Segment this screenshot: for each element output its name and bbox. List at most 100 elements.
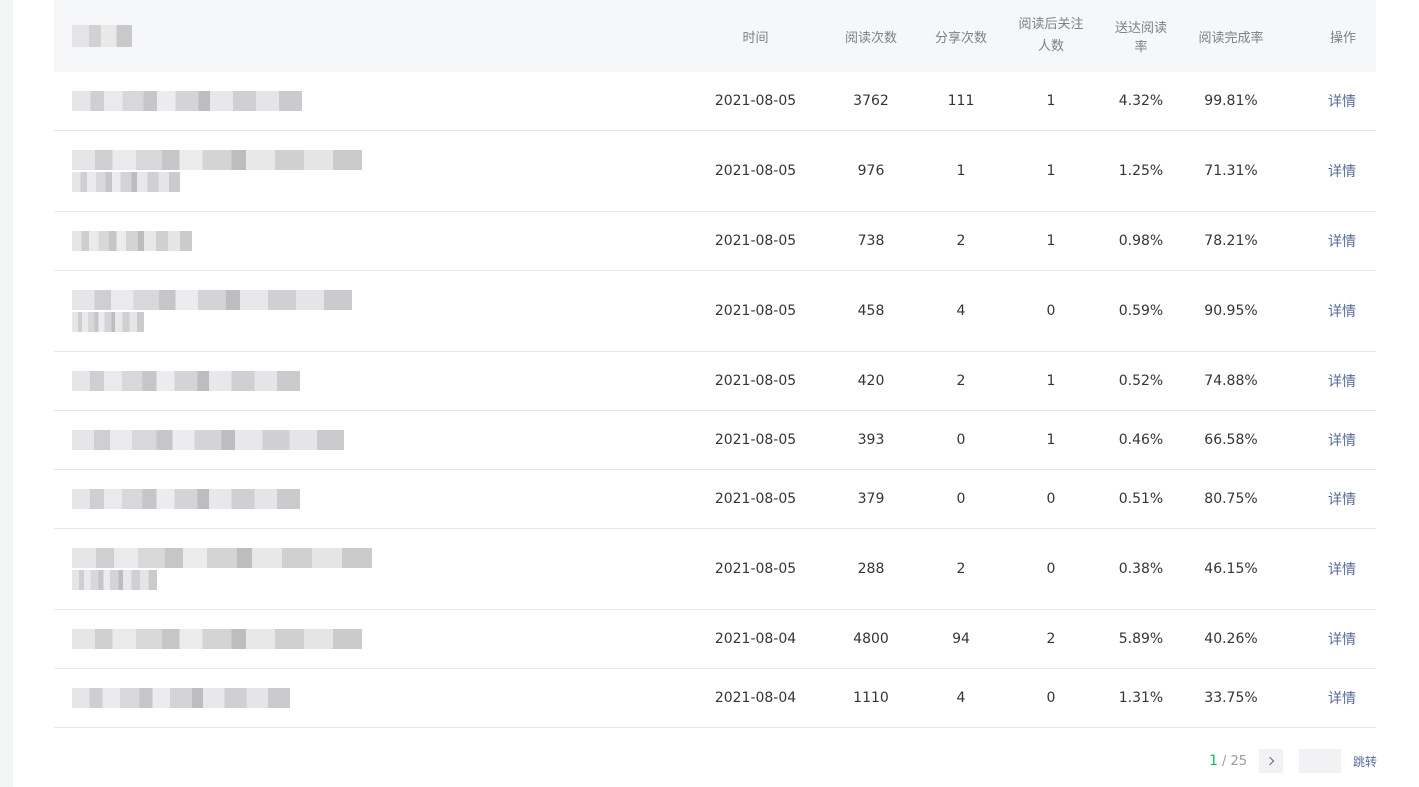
table-header: 时间 阅读次数 分享次数 阅读后关注 人数 送达阅读率 阅读完成率 操作: [54, 0, 1376, 72]
cell-follows: 1: [1046, 373, 1056, 389]
details-link[interactable]: 详情: [1328, 164, 1356, 180]
cell-shares: 4: [956, 303, 966, 319]
next-page-button[interactable]: [1258, 749, 1283, 773]
cell-delivery-rate: 1.25%: [1118, 163, 1164, 179]
cell-delivery-rate: 0.98%: [1118, 233, 1164, 249]
cell-time: 2021-08-05: [714, 93, 797, 109]
cell-time: 2021-08-04: [714, 690, 797, 706]
cell-time: 2021-08-05: [714, 491, 797, 507]
header-reads: 阅读次数: [844, 30, 897, 46]
table-row: 2021-08-05 976 1 1 1.25% 71.31% 详情: [54, 131, 1376, 212]
cell-time: 2021-08-05: [714, 373, 797, 389]
cell-shares: 1: [956, 163, 966, 179]
cell-action: 详情: [1290, 231, 1376, 251]
details-link[interactable]: 详情: [1328, 433, 1356, 449]
article-title-redacted: [54, 546, 699, 592]
cell-follows: 1: [1046, 93, 1056, 109]
cell-completion-rate: 80.75%: [1204, 491, 1258, 507]
page-jump-input[interactable]: [1298, 749, 1341, 773]
cell-delivery-rate: 0.51%: [1118, 491, 1164, 507]
header-follows: 阅读后关注 人数: [992, 14, 1110, 58]
cell-shares: 2: [956, 233, 966, 249]
chevron-right-icon: [1265, 756, 1275, 766]
header-delivery-rate: 送达阅读率: [1114, 21, 1167, 55]
cell-delivery-rate: 5.89%: [1118, 631, 1164, 647]
cell-reads: 1110: [853, 690, 889, 706]
cell-follows: 0: [1046, 303, 1056, 319]
cell-delivery-rate: 4.32%: [1118, 93, 1164, 109]
table-row: 2021-08-05 458 4 0 0.59% 90.95% 详情: [54, 271, 1376, 352]
cell-reads: 738: [857, 233, 885, 249]
cell-follows: 0: [1046, 491, 1056, 507]
jump-button[interactable]: 跳转: [1353, 753, 1377, 770]
details-link[interactable]: 详情: [1328, 562, 1356, 578]
cell-shares: 2: [956, 561, 966, 577]
cell-delivery-rate: 1.31%: [1118, 690, 1164, 706]
details-link[interactable]: 详情: [1328, 632, 1356, 648]
cell-time: 2021-08-05: [714, 163, 797, 179]
article-title-redacted: [54, 686, 699, 710]
total-pages: 25: [1230, 753, 1247, 769]
cell-follows: 0: [1046, 690, 1056, 706]
cell-follows: 1: [1046, 233, 1056, 249]
cell-time: 2021-08-05: [714, 233, 797, 249]
cell-completion-rate: 46.15%: [1204, 561, 1258, 577]
cell-delivery-rate: 0.38%: [1118, 561, 1164, 577]
article-title-redacted: [54, 428, 699, 452]
header-completion-rate: 阅读完成率: [1198, 30, 1264, 46]
cell-completion-rate: 33.75%: [1204, 690, 1258, 706]
cell-action: 详情: [1290, 161, 1376, 181]
header-time: 时间: [742, 30, 769, 46]
cell-reads: 288: [857, 561, 885, 577]
cell-completion-rate: 90.95%: [1204, 303, 1258, 319]
cell-completion-rate: 78.21%: [1204, 233, 1258, 249]
cell-action: 详情: [1290, 559, 1376, 579]
article-title-redacted: [54, 89, 699, 113]
cell-action: 详情: [1290, 430, 1376, 450]
cell-shares: 0: [956, 432, 966, 448]
cell-shares: 0: [956, 491, 966, 507]
article-stats-table: 时间 阅读次数 分享次数 阅读后关注 人数 送达阅读率 阅读完成率 操作 202…: [54, 0, 1376, 728]
page-separator: /: [1222, 753, 1227, 769]
header-title-redacted: [54, 25, 699, 47]
details-link[interactable]: 详情: [1328, 374, 1356, 390]
content-panel: 时间 阅读次数 分享次数 阅读后关注 人数 送达阅读率 阅读完成率 操作 202…: [13, 0, 1419, 787]
cell-action: 详情: [1290, 371, 1376, 391]
cell-action: 详情: [1290, 91, 1376, 111]
cell-reads: 393: [857, 432, 885, 448]
cell-reads: 420: [857, 373, 885, 389]
table-row: 2021-08-05 288 2 0 0.38% 46.15% 详情: [54, 529, 1376, 610]
header-shares: 分享次数: [934, 30, 987, 46]
header-action: 操作: [1329, 30, 1356, 46]
cell-action: 详情: [1290, 301, 1376, 321]
article-title-redacted: [54, 627, 699, 651]
cell-follows: 1: [1046, 163, 1056, 179]
details-link[interactable]: 详情: [1328, 94, 1356, 110]
cell-delivery-rate: 0.59%: [1118, 303, 1164, 319]
table-row: 2021-08-05 738 2 1 0.98% 78.21% 详情: [54, 212, 1376, 271]
cell-action: 详情: [1290, 688, 1376, 708]
article-title-redacted: [54, 229, 699, 253]
header-follows-line2: 人数: [1037, 39, 1064, 54]
cell-follows: 2: [1046, 631, 1056, 647]
details-link[interactable]: 详情: [1328, 691, 1356, 707]
current-page: 1: [1209, 753, 1219, 769]
table-row: 2021-08-04 1110 4 0 1.31% 33.75% 详情: [54, 669, 1376, 728]
cell-reads: 976: [857, 163, 885, 179]
details-link[interactable]: 详情: [1328, 304, 1356, 320]
cell-follows: 1: [1046, 432, 1056, 448]
details-link[interactable]: 详情: [1328, 492, 1356, 508]
cell-shares: 4: [956, 690, 966, 706]
cell-follows: 0: [1046, 561, 1056, 577]
table-row: 2021-08-05 379 0 0 0.51% 80.75% 详情: [54, 470, 1376, 529]
cell-shares: 2: [956, 373, 966, 389]
cell-time: 2021-08-05: [714, 561, 797, 577]
article-title-redacted: [54, 148, 699, 194]
cell-action: 详情: [1290, 489, 1376, 509]
cell-completion-rate: 74.88%: [1204, 373, 1258, 389]
cell-delivery-rate: 0.52%: [1118, 373, 1164, 389]
cell-shares: 94: [952, 631, 970, 647]
details-link[interactable]: 详情: [1328, 234, 1356, 250]
cell-reads: 3762: [853, 93, 889, 109]
table-row: 2021-08-04 4800 94 2 5.89% 40.26% 详情: [54, 610, 1376, 669]
